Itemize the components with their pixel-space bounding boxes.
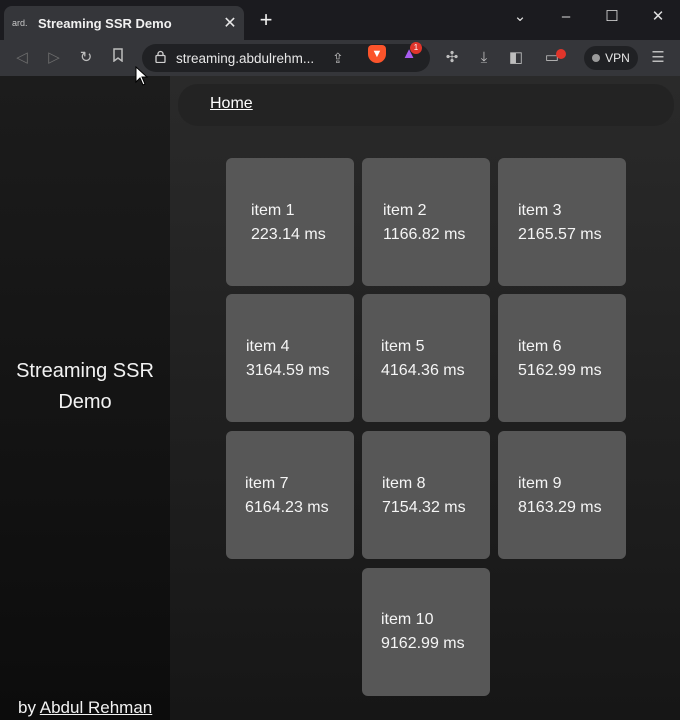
tab-search-chevron-icon[interactable]: ⌄ [508, 6, 532, 28]
vpn-button[interactable]: VPN [584, 46, 638, 70]
item-name: item 3 [518, 202, 562, 219]
credit-line: by Abdul Rehman [18, 698, 152, 718]
minimize-icon[interactable]: – [554, 6, 578, 28]
download-icon[interactable]: ⤓ [472, 46, 496, 70]
item-time: 8163.29 ms [518, 499, 602, 516]
item-time: 1166.82 ms [383, 226, 466, 243]
item-name: item 1 [251, 202, 295, 219]
brave-shields-icon[interactable]: ▼ [368, 45, 386, 63]
home-link[interactable]: Home [210, 95, 253, 113]
item-card: item 4 3164.59 ms [226, 294, 354, 422]
new-tab-button[interactable]: + [254, 9, 278, 33]
item-card: item 6 5162.99 ms [498, 294, 626, 422]
item-time: 2165.57 ms [518, 226, 602, 243]
item-name: item 4 [246, 338, 290, 355]
item-card: item 5 4164.36 ms [362, 294, 490, 422]
item-name: item 8 [382, 475, 426, 492]
item-time: 9162.99 ms [381, 635, 465, 652]
active-tab[interactable]: ard. Streaming SSR Demo ✕ [4, 6, 244, 40]
address-bar[interactable]: streaming.abdulrehm... ⇪ [142, 44, 430, 72]
author-link[interactable]: Abdul Rehman [40, 698, 152, 717]
menu-icon[interactable]: ☰ [646, 46, 670, 70]
cursor-arrow-shape [135, 65, 149, 86]
close-window-icon[interactable]: ✕ [646, 6, 670, 28]
item-time: 7154.32 ms [382, 499, 466, 516]
vpn-label: VPN [605, 51, 630, 65]
item-card: item 3 2165.57 ms [498, 158, 626, 286]
item-time: 5162.99 ms [518, 362, 602, 379]
item-name: item 2 [383, 202, 427, 219]
item-card: item 8 7154.32 ms [362, 431, 490, 559]
tab-favicon: ard. [12, 18, 28, 28]
item-card: item 10 9162.99 ms [362, 568, 490, 696]
bookmark-shape [113, 48, 123, 63]
sidebar-toggle-icon[interactable]: ◧ [504, 46, 528, 70]
credit-prefix: by [18, 698, 36, 717]
main-content: Home item 1 223.14 ms item 2 1166.82 ms … [170, 76, 680, 720]
item-card: item 9 8163.29 ms [498, 431, 626, 559]
browser-toolbar: ◁ ▷ ↻ streaming.abdulrehm... ⇪ ▼ ▲ 1 ✣ ⤓… [0, 40, 680, 76]
item-time: 4164.36 ms [381, 362, 465, 379]
rewards-badge: 1 [410, 42, 422, 54]
share-icon[interactable]: ⇪ [332, 50, 344, 67]
extensions-icon[interactable]: ✣ [440, 46, 464, 70]
lock-shape [154, 50, 166, 64]
vpn-status-icon [592, 54, 601, 62]
bookmark-icon[interactable] [106, 46, 130, 70]
item-name: item 5 [381, 338, 425, 355]
item-name: item 9 [518, 475, 562, 492]
item-time: 3164.59 ms [246, 362, 330, 379]
lock-icon[interactable] [152, 50, 168, 66]
item-card: item 7 6164.23 ms [226, 431, 354, 559]
item-time: 6164.23 ms [245, 499, 329, 516]
sidebar-title: Streaming SSR Demo [16, 360, 154, 413]
wallet-notification-dot [556, 49, 566, 59]
page-sidebar: Streaming SSR Demo by Abdul Rehman [0, 76, 170, 720]
top-navbar: Home [178, 84, 674, 126]
reload-icon[interactable]: ↻ [74, 46, 98, 70]
item-card: item 1 223.14 ms [226, 158, 354, 286]
item-name: item 6 [518, 338, 562, 355]
close-tab-icon[interactable]: ✕ [216, 13, 244, 33]
back-icon[interactable]: ◁ [10, 46, 34, 70]
browser-titlebar: ard. Streaming SSR Demo ✕ + ⌄ – ☐ ✕ [0, 0, 680, 40]
maximize-icon[interactable]: ☐ [600, 6, 624, 28]
item-card: item 2 1166.82 ms [362, 158, 490, 286]
item-name: item 7 [245, 475, 289, 492]
item-name: item 10 [381, 611, 434, 628]
url-text[interactable]: streaming.abdulrehm... [176, 51, 324, 66]
forward-icon[interactable]: ▷ [42, 46, 66, 70]
tab-title: Streaming SSR Demo [38, 15, 172, 31]
item-time: 223.14 ms [251, 226, 326, 243]
